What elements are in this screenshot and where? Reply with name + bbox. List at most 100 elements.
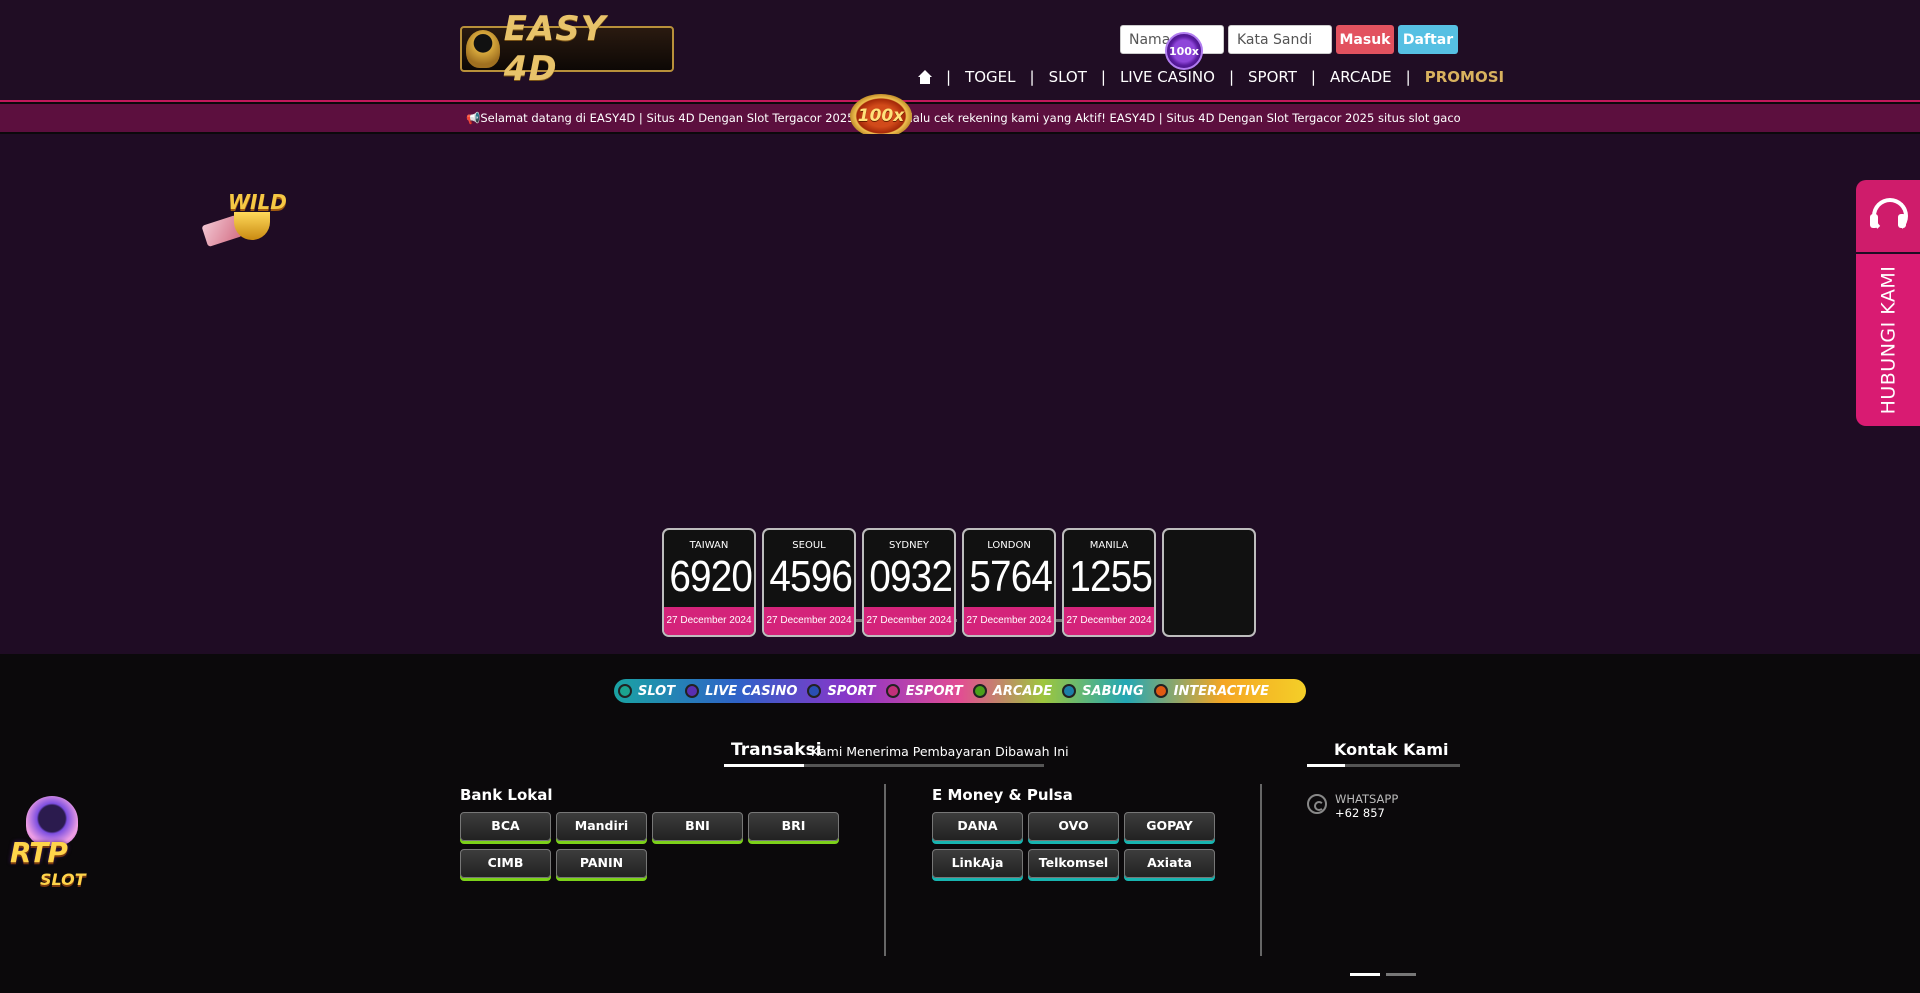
result-date: 27 December 2024: [864, 607, 954, 635]
live-support-button[interactable]: [1856, 180, 1920, 252]
contact-title: Kontak Kami: [1334, 740, 1449, 759]
contact-us-tab[interactable]: HUBUNGI KAMI: [1856, 254, 1920, 426]
login-button[interactable]: Masuk: [1336, 25, 1394, 54]
contact-slider-dots: [1350, 973, 1416, 976]
result-number: 6920: [669, 552, 753, 601]
category-esport[interactable]: ESPORT: [882, 679, 963, 703]
nav-separator: |: [1310, 68, 1316, 86]
bank-mandiri[interactable]: Mandiri: [556, 812, 647, 841]
result-number: 0932: [869, 552, 953, 601]
sport-icon: [807, 684, 822, 698]
rtp-slot-badge[interactable]: RTP SLOT: [10, 796, 102, 892]
category-label: SPORT: [827, 683, 876, 699]
promo-badge-small[interactable]: 100x: [1165, 32, 1203, 70]
category-label: SLOT: [638, 683, 676, 699]
divider: [1260, 784, 1262, 956]
category-slot[interactable]: SLOT: [614, 679, 675, 703]
result-city: TAIWAN: [689, 540, 729, 551]
main-nav: | TOGEL | SLOT | LIVE CASINO | SPORT | A…: [918, 68, 1504, 86]
whatsapp-label: WHATSAPP: [1335, 792, 1399, 806]
sabung-icon: [1062, 684, 1077, 698]
category-label: LIVE CASINO: [705, 683, 798, 699]
category-label: INTERACTIVE: [1173, 683, 1269, 699]
bank-bca[interactable]: BCA: [460, 812, 551, 841]
register-button[interactable]: Daftar: [1398, 25, 1458, 54]
bank-bni[interactable]: BNI: [652, 812, 743, 841]
contact-underline: [1307, 764, 1460, 767]
nav-item-promosi[interactable]: PROMOSI: [1425, 68, 1504, 86]
result-card-taiwan[interactable]: TAIWAN 6920 27 December 2024: [662, 528, 756, 637]
nav-separator: |: [1029, 68, 1035, 86]
result-city: LONDON: [987, 540, 1031, 551]
site-logo[interactable]: EASY 4D: [460, 9, 674, 89]
password-input[interactable]: [1228, 25, 1332, 54]
logo-text: EASY 4D: [503, 9, 607, 89]
nav-item-slot[interactable]: SLOT: [1049, 68, 1087, 86]
result-city: MANILA: [1089, 540, 1129, 551]
wild-floating-badge[interactable]: WILD: [201, 190, 287, 248]
result-number: 1255: [1069, 552, 1153, 601]
result-date: 27 December 2024: [764, 607, 854, 635]
bank-bri[interactable]: BRI: [748, 812, 839, 841]
slider-dot[interactable]: [1386, 973, 1416, 976]
site-header: EASY 4D Masuk Daftar 100x | TOGEL | SLOT…: [0, 0, 1920, 102]
category-label: SABUNG: [1082, 683, 1144, 699]
category-live-casino[interactable]: LIVE CASINO: [681, 679, 797, 703]
promo-badge-large[interactable]: 100x: [850, 94, 912, 138]
logo-mascot-icon: [466, 30, 500, 68]
result-date: 27 December 2024: [964, 607, 1054, 635]
category-sabung[interactable]: SABUNG: [1058, 679, 1144, 703]
contact-us-label: HUBUNGI KAMI: [1877, 265, 1899, 415]
nav-item-arcade[interactable]: ARCADE: [1330, 68, 1392, 86]
bank-panin[interactable]: PANIN: [556, 849, 647, 878]
nav-item-togel[interactable]: TOGEL: [965, 68, 1015, 86]
emoney-telkomsel[interactable]: Telkomsel: [1028, 849, 1119, 878]
emoney-axiata[interactable]: Axiata: [1124, 849, 1215, 878]
nav-separator: |: [1405, 68, 1411, 86]
bank-cimb[interactable]: CIMB: [460, 849, 551, 878]
result-city: SEOUL: [792, 540, 826, 551]
transactions-underline: [724, 764, 1044, 767]
divider: [884, 784, 886, 956]
category-interactive[interactable]: INTERACTIVE: [1150, 679, 1269, 703]
whatsapp-number[interactable]: +62 857: [1335, 806, 1385, 820]
result-city: SYDNEY: [888, 540, 930, 551]
rtp-title: RTP: [10, 836, 68, 869]
transactions-title: Transaksi: [731, 740, 822, 760]
result-card-empty: [1162, 528, 1256, 637]
game-category-bar: SLOT LIVE CASINO SPORT ESPORT ARCADE SAB…: [614, 679, 1306, 703]
wild-text: WILD: [228, 190, 287, 214]
slider-dot[interactable]: [1350, 973, 1380, 976]
interactive-icon: [1153, 684, 1168, 698]
nav-separator: |: [1100, 68, 1106, 86]
result-number: 4596: [769, 552, 853, 601]
nav-item-live-casino[interactable]: LIVE CASINO: [1120, 68, 1215, 86]
live-casino-icon: [685, 684, 700, 698]
category-label: ESPORT: [905, 683, 963, 699]
lottery-results: TAIWAN 6920 27 December 2024 SEOUL 4596 …: [662, 528, 1256, 637]
arcade-icon: [972, 684, 987, 698]
result-date: 27 December 2024: [1064, 607, 1154, 635]
bank-heading: Bank Lokal: [460, 786, 553, 804]
esport-icon: [885, 684, 900, 698]
emoney-gopay[interactable]: GOPAY: [1124, 812, 1215, 841]
result-card-manila[interactable]: MANILA 1255 27 December 2024: [1062, 528, 1156, 637]
emoney-ovo[interactable]: OVO: [1028, 812, 1119, 841]
result-card-seoul[interactable]: SEOUL 4596 27 December 2024: [762, 528, 856, 637]
whatsapp-icon[interactable]: [1307, 794, 1327, 814]
category-sport[interactable]: SPORT: [803, 679, 876, 703]
emoney-linkaja[interactable]: LinkAja: [932, 849, 1023, 878]
home-icon[interactable]: [918, 70, 932, 84]
category-arcade[interactable]: ARCADE: [969, 679, 1052, 703]
emoney-heading: E Money & Pulsa: [932, 786, 1073, 804]
slot-icon: [618, 684, 632, 698]
emoney-dana[interactable]: DANA: [932, 812, 1023, 841]
nav-separator: |: [1228, 68, 1235, 86]
result-card-sydney[interactable]: SYDNEY 0932 27 December 2024: [862, 528, 956, 637]
category-label: ARCADE: [992, 683, 1053, 699]
nav-separator: |: [946, 68, 952, 86]
result-number: 5764: [969, 552, 1053, 601]
result-card-london[interactable]: LONDON 5764 27 December 2024: [962, 528, 1056, 637]
result-date: 27 December 2024: [664, 607, 754, 635]
nav-item-sport[interactable]: SPORT: [1248, 68, 1297, 86]
